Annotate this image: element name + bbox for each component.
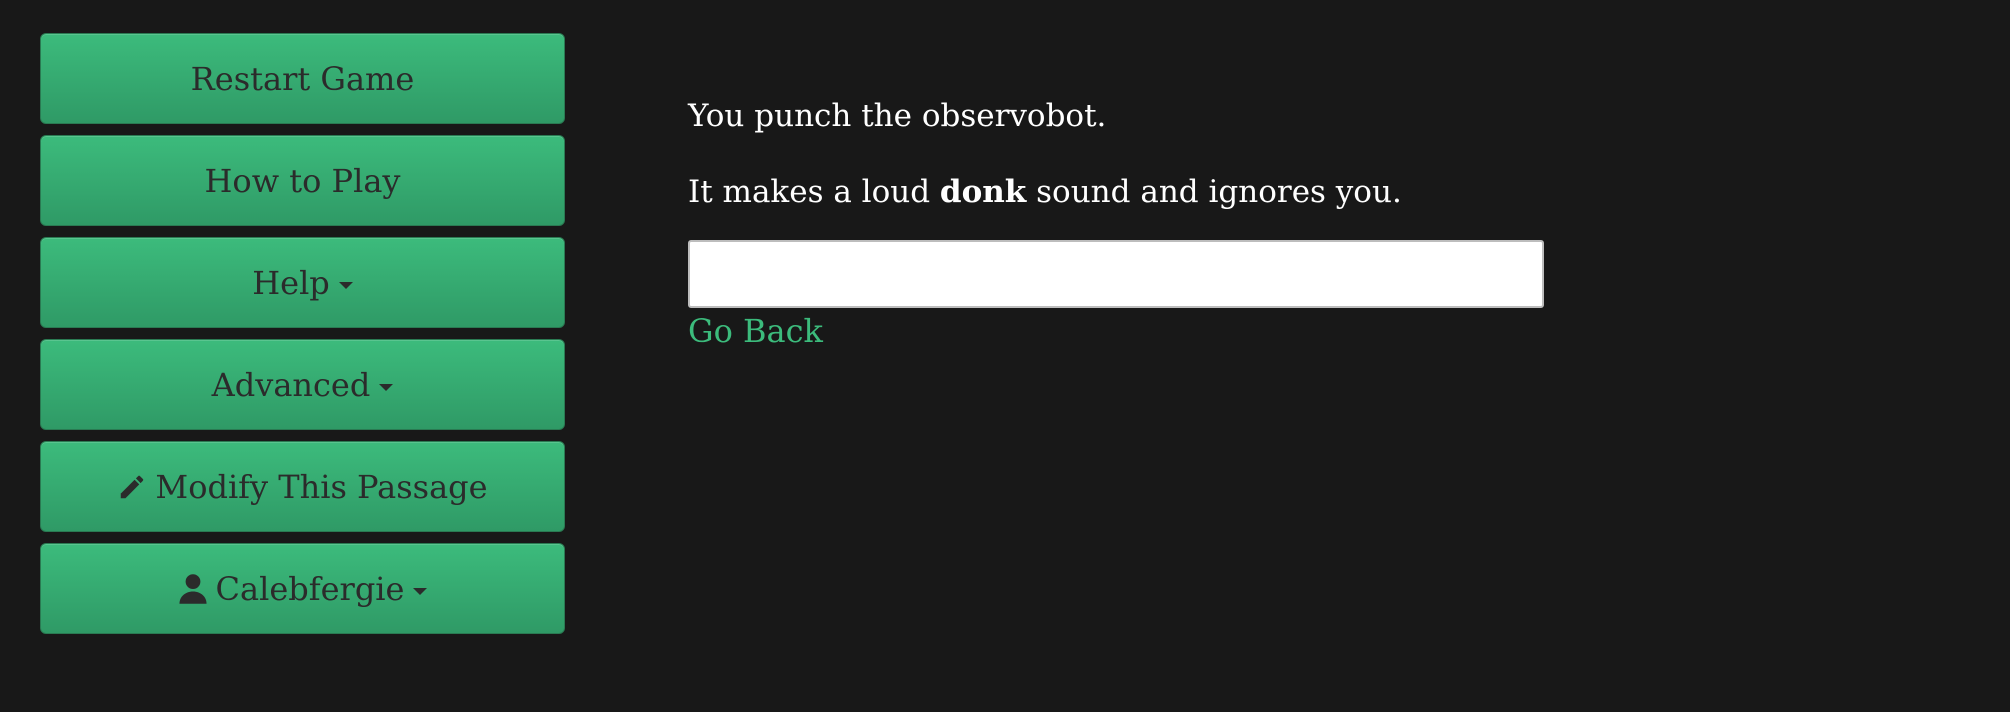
user-dropdown-button[interactable]: Calebfergie: [40, 543, 565, 634]
modify-passage-button[interactable]: Modify This Passage: [40, 441, 565, 532]
how-to-play-label: How to Play: [204, 161, 401, 200]
help-dropdown-button[interactable]: Help: [40, 237, 565, 328]
caret-down-icon: [379, 384, 394, 391]
help-label: Help: [252, 263, 330, 302]
caret-down-icon: [413, 588, 428, 595]
command-input[interactable]: [688, 240, 1544, 308]
emphasis-text: donk: [939, 174, 1027, 210]
sidebar-menu: Restart Game How to Play Help Advanced M…: [40, 33, 565, 645]
passage-area: You punch the observobot. It makes a lou…: [688, 96, 1688, 350]
advanced-label: Advanced: [211, 365, 371, 404]
restart-game-label: Restart Game: [190, 59, 415, 98]
modify-passage-label: Modify This Passage: [155, 467, 488, 506]
user-icon: [178, 573, 208, 605]
how-to-play-button[interactable]: How to Play: [40, 135, 565, 226]
passage-line-2: It makes a loud donk sound and ignores y…: [688, 174, 1402, 210]
advanced-dropdown-button[interactable]: Advanced: [40, 339, 565, 430]
username-label: Calebfergie: [215, 569, 405, 608]
pencil-icon: [117, 472, 147, 502]
caret-down-icon: [338, 282, 353, 289]
passage-line-1: You punch the observobot.: [688, 98, 1107, 134]
go-back-link[interactable]: Go Back: [688, 312, 823, 350]
restart-game-button[interactable]: Restart Game: [40, 33, 565, 124]
